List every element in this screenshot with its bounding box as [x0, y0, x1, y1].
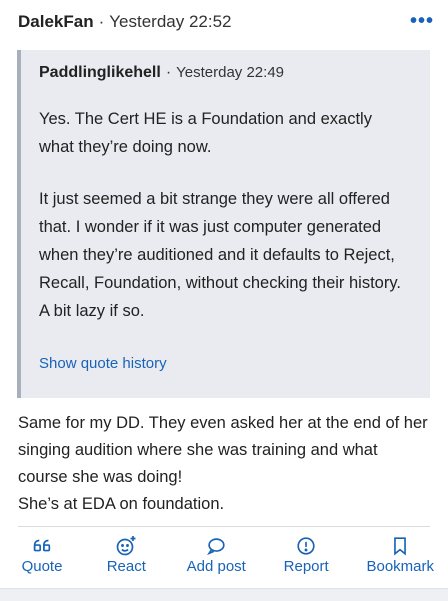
post-header: DalekFan · Yesterday 22:52 •••	[18, 8, 434, 36]
add-post-label: Add post	[186, 558, 246, 575]
bookmark-button[interactable]: Bookmark	[366, 534, 434, 584]
header-separator: ·	[98, 12, 105, 31]
quote-paragraph: Yes. The Cert HE is a Foundation and exa…	[39, 110, 372, 156]
speech-bubble-icon	[205, 534, 227, 558]
react-button[interactable]: React	[102, 534, 150, 584]
post-text: Same for my DD. They even asked her at t…	[18, 414, 428, 486]
post-text: She’s at EDA on foundation.	[18, 495, 225, 513]
divider	[18, 526, 430, 527]
bottom-separator	[0, 588, 448, 601]
quote-paragraph: It just seemed a bit strange they were a…	[39, 190, 401, 320]
add-post-button[interactable]: Add post	[187, 534, 246, 584]
post-body: Same for my DD. They even asked her at t…	[18, 410, 430, 518]
bookmark-icon	[389, 534, 411, 558]
report-label: Report	[283, 558, 329, 575]
bookmark-label: Bookmark	[366, 558, 434, 575]
post-author[interactable]: DalekFan	[18, 12, 94, 32]
react-smiley-icon	[114, 534, 138, 558]
post-actions: Quote React Add post Report Bookmark	[18, 534, 434, 584]
quote-author[interactable]: Paddlinglikehell	[39, 64, 161, 82]
quote-label: Quote	[21, 558, 63, 575]
show-quote-history-link[interactable]: Show quote history	[39, 355, 167, 372]
react-label: React	[106, 558, 146, 575]
quote-separator: ·	[165, 64, 172, 81]
more-horizontal-icon[interactable]: •••	[410, 10, 434, 33]
quote-header: Paddlinglikehell · Yesterday 22:49	[39, 64, 284, 82]
report-button[interactable]: Report	[282, 534, 330, 584]
post-timestamp[interactable]: Yesterday 22:52	[109, 12, 231, 32]
quote-timestamp[interactable]: Yesterday 22:49	[176, 64, 284, 81]
quote-block: Paddlinglikehell · Yesterday 22:49 Yes. …	[17, 50, 430, 398]
quote-button[interactable]: Quote	[18, 534, 66, 584]
report-exclamation-icon	[295, 534, 317, 558]
quote-icon	[31, 534, 53, 558]
